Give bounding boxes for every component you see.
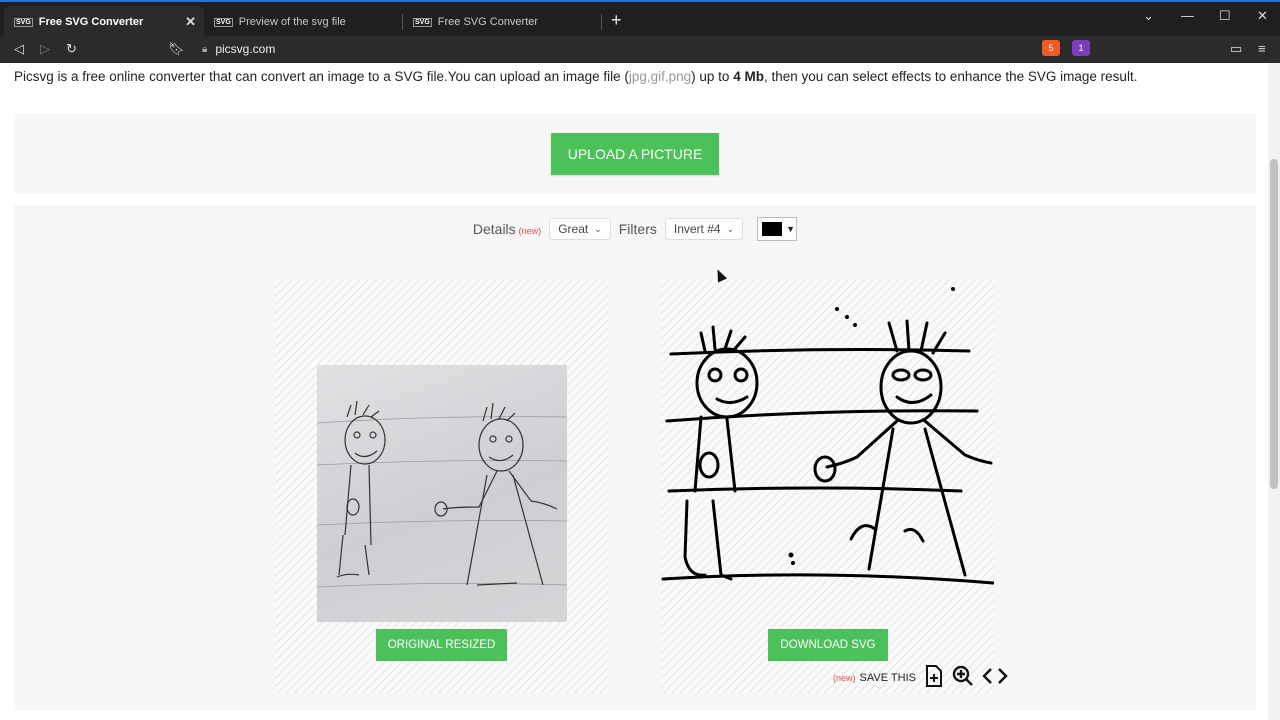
close-window-icon[interactable]: ✕ xyxy=(1257,8,1268,24)
tab-free-svg-converter-2[interactable]: SVG Free SVG Converter xyxy=(403,6,599,38)
options-bar: Details (new) Great ⌄ Filters Invert #4 ⌄… xyxy=(14,217,1256,241)
tab-divider xyxy=(601,14,602,30)
lock-icon: 🔒︎ xyxy=(202,43,208,55)
back-icon[interactable]: ◁ xyxy=(14,41,24,57)
save-this-label: SAVE THIS xyxy=(859,672,916,684)
new-tab-icon[interactable]: + xyxy=(611,10,622,31)
maximize-icon[interactable]: ☐ xyxy=(1219,8,1231,24)
tab-title: Preview of the svg file xyxy=(238,16,346,28)
tab-preview-svg[interactable]: SVG Preview of the svg file xyxy=(204,6,400,38)
tab-bar: SVG Free SVG Converter ✕ SVG Preview of … xyxy=(0,0,1280,38)
minimize-icon[interactable]: — xyxy=(1181,8,1194,23)
original-preview: ORIGINAL RESIZED xyxy=(275,279,608,693)
tab-title: Free SVG Converter xyxy=(38,16,144,28)
reload-icon[interactable]: ↻ xyxy=(66,41,77,57)
url-text: picsvg.com xyxy=(215,42,276,56)
zoom-in-icon[interactable] xyxy=(952,665,974,691)
converter-panel: Details (new) Great ⌄ Filters Invert #4 ⌄… xyxy=(14,205,1256,711)
chevron-down-icon: ⌄ xyxy=(594,223,602,234)
details-label: Details (new) xyxy=(473,221,541,237)
bookmark-icon[interactable]: 🔖︎ xyxy=(168,41,185,57)
save-row: (new) SAVE THIS xyxy=(833,665,1008,691)
new-tag: (new) xyxy=(833,673,856,683)
original-resized-button[interactable]: ORIGINAL RESIZED xyxy=(376,629,507,661)
filters-label: Filters xyxy=(618,221,657,237)
svg-favicon-icon: SVG xyxy=(14,17,33,27)
pencil-sketch-image xyxy=(317,400,567,588)
intro-part: , then you can select effects to enhance… xyxy=(763,69,1138,84)
download-svg-button[interactable]: DOWNLOAD SVG xyxy=(768,629,888,661)
details-label-text: Details xyxy=(472,221,516,237)
chevron-down-icon: ⌄ xyxy=(726,223,735,234)
svg-favicon-icon: SVG xyxy=(413,17,432,27)
svg-preview: DOWNLOAD SVG xyxy=(661,279,994,693)
intro-part: ) up to xyxy=(691,69,734,84)
svg-result-image xyxy=(661,287,994,585)
intro-part: Picsvg is a free online converter that c… xyxy=(14,69,629,84)
formats-text: jpg,gif,png xyxy=(628,69,692,84)
browser-toolbar: ◁ ▷ ↻ 🔖︎ 🔒︎ picsvg.com 5 1 ▭ ≡ xyxy=(0,36,1280,63)
address-bar[interactable]: 🔒︎ picsvg.com xyxy=(190,38,1040,60)
page-content: Picsvg is a free online converter that c… xyxy=(0,63,1268,720)
forward-icon[interactable]: ▷ xyxy=(40,41,50,57)
color-swatch xyxy=(762,222,783,236)
filters-select[interactable]: Invert #4 ⌄ xyxy=(664,218,744,240)
scrollbar-thumb[interactable] xyxy=(1270,159,1278,489)
size-limit: 4 Mb xyxy=(733,69,764,84)
rewards-badge: 1 xyxy=(1078,43,1084,53)
brave-badge: 5 xyxy=(1048,43,1054,53)
tab-search-icon[interactable]: ⌄ xyxy=(1143,8,1154,24)
color-picker[interactable]: ▼ xyxy=(757,217,798,241)
upload-picture-button[interactable]: UPLOAD A PICTURE xyxy=(551,133,719,175)
code-icon[interactable] xyxy=(982,666,1008,690)
tab-title: Free SVG Converter xyxy=(437,16,539,28)
save-file-icon[interactable] xyxy=(924,665,944,691)
details-select[interactable]: Great ⌄ xyxy=(549,218,611,240)
wallet-icon[interactable]: ▭ xyxy=(1230,41,1242,57)
filters-value: Invert #4 xyxy=(673,222,721,236)
brave-shields-icon[interactable]: 5 xyxy=(1042,40,1060,56)
new-tag: (new) xyxy=(518,226,542,236)
dropdown-arrow-icon: ▼ xyxy=(786,224,796,234)
brave-rewards-icon[interactable]: 1 xyxy=(1072,40,1090,56)
original-photo xyxy=(317,365,567,622)
upload-panel: UPLOAD A PICTURE xyxy=(14,113,1256,193)
tab-free-svg-converter[interactable]: SVG Free SVG Converter ✕ xyxy=(4,6,204,38)
svg-favicon-icon: SVG xyxy=(214,17,233,27)
scrollbar[interactable] xyxy=(1268,63,1280,720)
menu-icon[interactable]: ≡ xyxy=(1258,41,1266,56)
intro-text: Picsvg is a free online converter that c… xyxy=(14,69,1137,84)
details-value: Great xyxy=(558,222,589,236)
close-icon[interactable]: ✕ xyxy=(185,14,196,30)
